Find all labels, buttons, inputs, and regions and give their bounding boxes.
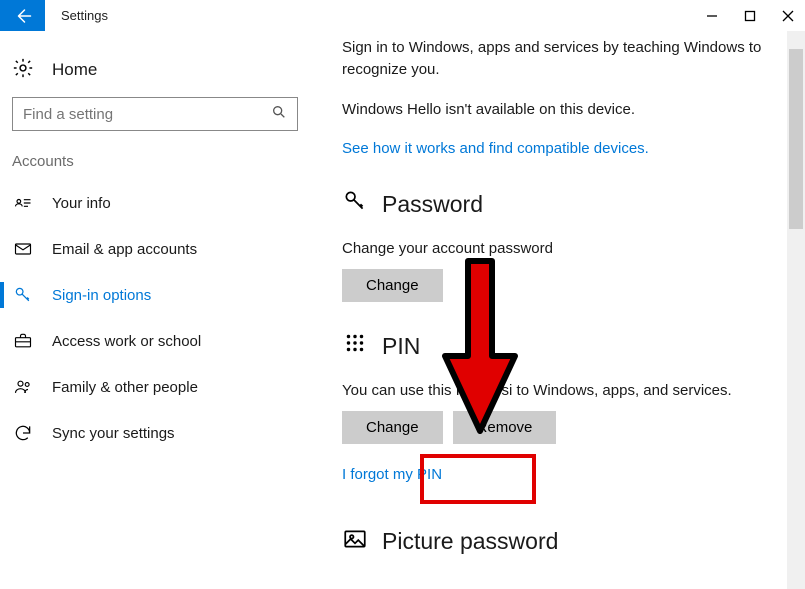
window-title: Settings <box>61 8 108 23</box>
content-area: Sign in to Windows, apps and services by… <box>310 31 805 589</box>
sidebar-item-label: Family & other people <box>52 379 198 396</box>
search-icon <box>271 104 287 124</box>
vertical-scrollbar[interactable] <box>787 31 805 589</box>
sidebar-item-signin-options[interactable]: Sign-in options <box>8 272 302 318</box>
key-icon <box>12 285 34 305</box>
section-title: Picture password <box>382 528 558 555</box>
compatible-devices-link[interactable]: See how it works and find compatible dev… <box>342 138 785 160</box>
sidebar-item-sync-settings[interactable]: Sync your settings <box>8 410 302 456</box>
sidebar-item-access-work-school[interactable]: Access work or school <box>8 318 302 364</box>
key-icon <box>342 188 368 220</box>
sidebar-item-your-info[interactable]: Your info <box>8 180 302 226</box>
pin-desc: You can use this PIN to si to Windows, a… <box>342 382 785 399</box>
back-arrow-icon <box>14 7 32 25</box>
section-title: Password <box>382 191 483 218</box>
sidebar: Home Accounts Your info Email & app acco… <box>0 31 310 589</box>
scrollbar-thumb[interactable] <box>789 49 803 229</box>
minimize-icon <box>706 10 718 22</box>
sidebar-item-label: Sign-in options <box>52 287 151 304</box>
maximize-icon <box>744 10 756 22</box>
picture-icon <box>342 526 368 558</box>
briefcase-icon <box>12 331 34 351</box>
password-change-button[interactable]: Change <box>342 269 443 302</box>
home-button[interactable]: Home <box>8 49 302 97</box>
pin-heading: PIN <box>342 330 785 362</box>
forgot-pin-link[interactable]: I forgot my PIN <box>342 464 785 486</box>
sidebar-item-email-accounts[interactable]: Email & app accounts <box>8 226 302 272</box>
maximize-button[interactable] <box>743 9 757 23</box>
search-input[interactable] <box>23 106 271 123</box>
keypad-icon <box>342 330 368 362</box>
back-button[interactable] <box>0 0 45 31</box>
pin-remove-button[interactable]: Remove <box>453 411 557 444</box>
password-desc: Change your account password <box>342 240 785 257</box>
sidebar-item-family-people[interactable]: Family & other people <box>8 364 302 410</box>
close-icon <box>782 10 794 22</box>
sidebar-item-label: Sync your settings <box>52 425 175 442</box>
people-icon <box>12 377 34 397</box>
person-card-icon <box>12 193 34 213</box>
sidebar-item-label: Access work or school <box>52 333 201 350</box>
section-title: PIN <box>382 333 420 360</box>
title-bar: Settings <box>0 0 805 31</box>
password-heading: Password <box>342 188 785 220</box>
picture-password-heading: Picture password <box>342 526 785 558</box>
search-box[interactable] <box>12 97 298 131</box>
minimize-button[interactable] <box>705 9 719 23</box>
sync-icon <box>12 423 34 443</box>
close-button[interactable] <box>781 9 795 23</box>
sidebar-item-label: Email & app accounts <box>52 241 197 258</box>
hello-intro-text: Sign in to Windows, apps and services by… <box>342 37 785 81</box>
window-controls <box>705 0 795 31</box>
hello-unavailable-text: Windows Hello isn't available on this de… <box>342 99 785 121</box>
gear-icon <box>12 57 34 83</box>
sidebar-item-label: Your info <box>52 195 111 212</box>
pin-change-button[interactable]: Change <box>342 411 443 444</box>
home-label: Home <box>52 60 97 80</box>
mail-icon <box>12 239 34 259</box>
category-header: Accounts <box>8 153 302 180</box>
